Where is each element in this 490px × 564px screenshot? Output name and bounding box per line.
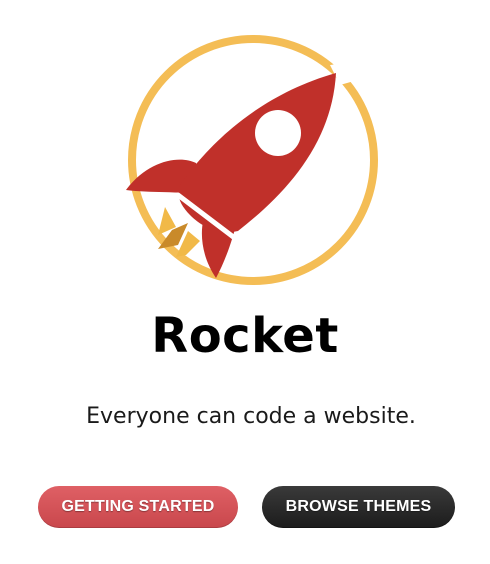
landing-page: Rocket Everyone can code a website. GETT… bbox=[0, 0, 490, 564]
getting-started-button[interactable]: GETTING STARTED bbox=[38, 486, 238, 528]
tagline: Everyone can code a website. bbox=[86, 404, 416, 429]
rocket-icon bbox=[126, 35, 378, 285]
rocket-window bbox=[255, 110, 301, 156]
page-title: Rocket bbox=[151, 308, 339, 364]
browse-themes-button[interactable]: BROWSE THEMES bbox=[262, 486, 455, 528]
rocket-body bbox=[178, 73, 336, 233]
